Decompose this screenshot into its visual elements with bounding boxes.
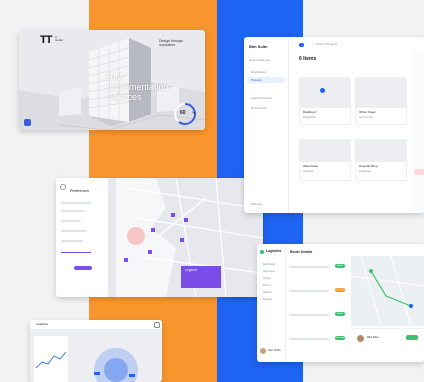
- bim-tagline: Design through innovation: [159, 39, 183, 47]
- sidebar-item-3[interactable]: Clash Detection: [251, 97, 272, 100]
- status-badge: Active: [335, 312, 345, 316]
- progress-value: 60: [180, 110, 186, 116]
- project-brand: Bim Suite: [249, 44, 268, 49]
- project-tile-subtitle: Industrial: [303, 170, 314, 173]
- project-user: David Anderson: [249, 58, 271, 62]
- project-tile-title: Office Tower: [359, 110, 376, 114]
- project-detail-panel: [412, 51, 424, 211]
- apply-button[interactable]: [74, 266, 92, 270]
- analytics-map: [94, 348, 138, 382]
- bim-title: BIM Implementation Services: [107, 72, 169, 102]
- project-tile-title: Warehouse: [303, 164, 319, 168]
- logistics-sidebar: Logistics Dashboard Shipments Routes Dri…: [257, 244, 286, 362]
- analytics-topbar: Analytics: [30, 320, 162, 329]
- project-tile[interactable]: Warehouse Industrial: [299, 139, 351, 181]
- filter-row[interactable]: [61, 220, 81, 222]
- analytics-card: Analytics: [30, 320, 162, 382]
- progress-unit: %: [192, 110, 196, 115]
- list-item[interactable]: [289, 314, 329, 316]
- preferences-panel: Preferences: [56, 178, 108, 297]
- preferences-title: Preferences: [70, 189, 89, 193]
- route-title: Route Details: [290, 250, 313, 254]
- logistics-nav-2[interactable]: Shipments: [263, 270, 275, 274]
- project-search[interactable]: Search Projects: [316, 43, 337, 46]
- bim-logo: TT: [40, 34, 52, 46]
- logistics-user: John Smith: [268, 349, 281, 352]
- driver-panel: Mike Ross: [351, 328, 424, 361]
- status-badge: Active: [335, 264, 345, 268]
- line-graph: [35, 351, 67, 369]
- project-tile-title: Building A: [303, 110, 317, 114]
- driver-name: Mike Ross: [367, 336, 379, 339]
- analytics-side-panel: [34, 336, 68, 382]
- sidebar-item-1[interactable]: Dashboard: [251, 71, 266, 74]
- driver-avatar: [357, 335, 364, 342]
- project-tile[interactable]: Hospital Wing Healthcare: [355, 139, 407, 181]
- logistics-nav-3[interactable]: Routes: [263, 277, 271, 281]
- filter-row[interactable]: [61, 240, 83, 242]
- legend-title: Legend: [185, 268, 197, 272]
- logistics-brand: Logistics: [266, 249, 282, 253]
- list-item[interactable]: [289, 290, 329, 292]
- logistics-logo-icon: [260, 250, 264, 254]
- project-tile[interactable]: Office Tower Commercial: [355, 77, 407, 125]
- map-card: Preferences Legend: [56, 178, 263, 297]
- analytics-title: Analytics: [36, 322, 49, 326]
- project-tile-subtitle: Commercial: [359, 116, 373, 119]
- list-item[interactable]: [289, 338, 329, 340]
- logistics-nav-6[interactable]: Settings: [263, 298, 272, 302]
- filter-row[interactable]: [61, 210, 85, 212]
- bim-logo-small: tt studio: [55, 35, 64, 42]
- filter-row[interactable]: [61, 230, 87, 232]
- legend-panel: Legend: [181, 266, 221, 288]
- back-arrow-icon[interactable]: [60, 184, 66, 190]
- call-driver-button[interactable]: [406, 335, 418, 340]
- status-badge: Pending: [335, 288, 345, 292]
- logistics-nav-4[interactable]: Drivers: [263, 284, 271, 288]
- route-map: [351, 256, 424, 326]
- expand-icon[interactable]: [154, 322, 160, 328]
- project-tile-subtitle: Residential: [303, 116, 316, 119]
- user-avatar[interactable]: [260, 348, 266, 354]
- logistics-nav-1[interactable]: Dashboard: [263, 263, 275, 267]
- project-tile-title: Hospital Wing: [359, 164, 378, 168]
- project-tile-subtitle: Healthcare: [359, 170, 372, 173]
- project-sidebar: Bim Suite David Anderson Dashboard Proje…: [244, 37, 289, 213]
- filter-row[interactable]: [61, 202, 91, 204]
- status-badge: Delivered: [335, 336, 345, 340]
- bim-hero-card: TT tt studio Design through innovation B…: [19, 30, 205, 130]
- shipment-list: Active Pending Active Delivered: [289, 262, 347, 358]
- list-item[interactable]: [289, 266, 329, 268]
- sidebar-item-2[interactable]: Projects: [251, 79, 262, 82]
- project-section-title: 6 Items: [299, 56, 317, 62]
- project-tile[interactable]: Building A Residential: [299, 77, 351, 125]
- logistics-card: Logistics Dashboard Shipments Routes Dri…: [257, 244, 424, 362]
- detail-action-button[interactable]: [414, 169, 424, 175]
- sidebar-item-4[interactable]: Documents: [251, 107, 266, 110]
- sidebar-item-5[interactable]: Settings: [251, 203, 262, 206]
- logistics-nav-5[interactable]: Reports: [263, 291, 272, 295]
- home-icon[interactable]: [299, 43, 304, 47]
- slider[interactable]: [61, 252, 91, 253]
- project-card: Bim Suite David Anderson Dashboard Proje…: [244, 37, 424, 213]
- nav-menu-button[interactable]: [24, 119, 31, 126]
